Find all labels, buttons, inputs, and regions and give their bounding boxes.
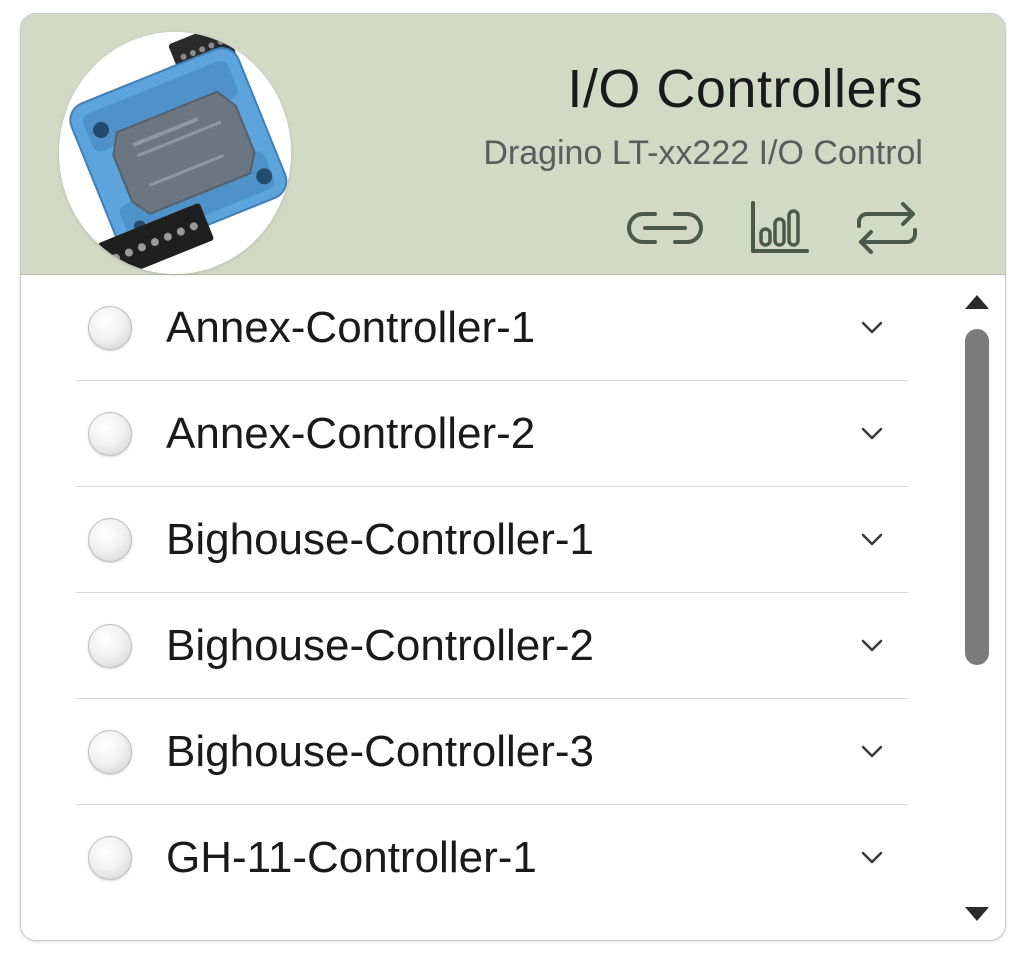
chevron-down-icon[interactable] [858, 420, 886, 448]
radio-button[interactable] [88, 729, 132, 774]
scrollbar-thumb[interactable] [965, 329, 989, 665]
card-header: I/O Controllers Dragino LT-xx222 I/O Con… [21, 14, 1005, 275]
controller-name: Bighouse-Controller-1 [166, 514, 594, 564]
controller-name: Bighouse-Controller-3 [166, 726, 594, 776]
chevron-down-icon[interactable] [858, 738, 886, 766]
list-item[interactable]: Annex-Controller-1 [76, 275, 908, 381]
list-item[interactable]: GH-11-Controller-1 [76, 805, 908, 910]
radio-button[interactable] [88, 517, 132, 562]
scroll-down-arrow-icon[interactable] [965, 907, 989, 921]
chevron-down-icon[interactable] [858, 632, 886, 660]
link-icon [627, 212, 703, 244]
controller-name: Bighouse-Controller-2 [166, 620, 594, 670]
bar-chart-icon [751, 201, 809, 253]
link-button[interactable] [621, 206, 709, 250]
controller-name: GH-11-Controller-1 [166, 832, 537, 882]
radio-button[interactable] [88, 835, 132, 880]
page-title: I/O Controllers [567, 59, 923, 119]
chevron-down-icon[interactable] [858, 314, 886, 342]
radio-button[interactable] [88, 623, 132, 668]
io-controllers-card: I/O Controllers Dragino LT-xx222 I/O Con… [20, 13, 1006, 941]
chevron-down-icon[interactable] [858, 526, 886, 554]
list-item[interactable]: Annex-Controller-2 [76, 381, 908, 487]
sync-button[interactable] [851, 200, 923, 256]
controller-list: Annex-Controller-1 Annex-Controller-2 Bi… [76, 275, 908, 910]
radio-button[interactable] [88, 305, 132, 350]
scroll-up-arrow-icon[interactable] [965, 295, 989, 309]
controller-name: Annex-Controller-2 [166, 408, 536, 458]
controller-name: Annex-Controller-1 [166, 302, 536, 352]
sync-icon [857, 202, 917, 254]
chart-button[interactable] [749, 199, 811, 257]
radio-button[interactable] [88, 411, 132, 456]
chevron-down-icon[interactable] [858, 844, 886, 872]
list-item[interactable]: Bighouse-Controller-1 [76, 487, 908, 593]
list-item[interactable]: Bighouse-Controller-2 [76, 593, 908, 699]
list-item[interactable]: Bighouse-Controller-3 [76, 699, 908, 805]
header-actions [621, 198, 923, 258]
controller-list-area: Annex-Controller-1 Annex-Controller-2 Bi… [21, 275, 1005, 940]
device-image [59, 32, 291, 274]
vertical-scrollbar[interactable] [957, 289, 997, 929]
page-subtitle: Dragino LT-xx222 I/O Control [483, 134, 923, 172]
io-controller-device-icon [59, 32, 291, 274]
